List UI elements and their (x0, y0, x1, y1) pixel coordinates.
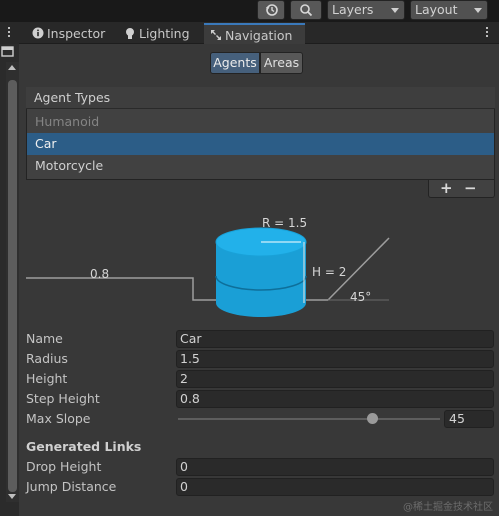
step-height-diagram-label: 0.8 (90, 267, 109, 281)
drop-height-field[interactable]: 0 (176, 458, 494, 476)
info-icon (32, 27, 44, 39)
slope-label: 45° (350, 290, 371, 304)
scroll-down-arrow-icon[interactable] (8, 494, 16, 499)
list-add-remove-bar: + − (428, 179, 495, 198)
history-button[interactable] (257, 0, 285, 20)
layout-dropdown[interactable]: Layout (410, 0, 488, 20)
gutter-menu-icon[interactable] (8, 27, 11, 39)
max-slope-slider[interactable] (178, 418, 440, 420)
list-item-motorcycle[interactable]: Motorcycle (27, 155, 494, 177)
generated-links-title: Generated Links (26, 439, 142, 454)
radius-label: Radius (26, 351, 68, 366)
watermark: @稀土掘金技术社区 (403, 502, 493, 513)
tab-bar-left-gutter (0, 22, 19, 44)
jump-distance-field[interactable]: 0 (176, 478, 494, 496)
name-label: Name (26, 331, 63, 346)
areas-tab-button[interactable]: Areas (260, 52, 303, 74)
name-field[interactable]: Car (176, 330, 494, 348)
tab-navigation-label: Navigation (225, 28, 293, 43)
agent-diagram: R = 1.5 H = 2 0.8 45° (26, 216, 390, 317)
lightbulb-icon (126, 28, 134, 39)
layers-dropdown[interactable]: Layers (327, 0, 405, 20)
agents-tab-button[interactable]: Agents (210, 52, 260, 74)
tab-inspector-label: Inspector (47, 26, 106, 41)
height-label: Height (26, 371, 68, 386)
drop-height-label: Drop Height (26, 459, 102, 474)
max-slope-field[interactable]: 45 (444, 410, 494, 428)
remove-agent-button[interactable]: − (464, 179, 477, 197)
tab-lighting[interactable]: Lighting (118, 23, 204, 44)
max-slope-slider-thumb[interactable] (366, 413, 378, 424)
navigation-icon (211, 30, 221, 40)
height-label: H = 2 (312, 265, 346, 279)
radius-label: R = 1.5 (262, 216, 307, 230)
tab-lighting-label: Lighting (139, 26, 190, 41)
panel-menu-icon[interactable] (486, 27, 489, 39)
scroll-up-arrow-icon[interactable] (8, 65, 16, 70)
step-height-label: Step Height (26, 391, 100, 406)
list-item-humanoid[interactable]: Humanoid (27, 111, 494, 133)
agent-types-header: Agent Types (26, 87, 495, 109)
window-icon[interactable] (1, 45, 15, 59)
chevron-down-icon (391, 8, 399, 13)
add-agent-button[interactable]: + (440, 179, 453, 197)
radius-field[interactable]: 1.5 (176, 350, 494, 368)
max-slope-label: Max Slope (26, 411, 91, 426)
agent-types-title: Agent Types (34, 90, 111, 105)
step-height-field[interactable]: 0.8 (176, 390, 494, 408)
list-item-car[interactable]: Car (27, 133, 494, 155)
search-icon (300, 4, 313, 17)
layers-dropdown-label: Layers (332, 2, 374, 17)
tab-inspector[interactable]: Inspector (26, 23, 118, 44)
layout-dropdown-label: Layout (415, 2, 458, 17)
search-button[interactable] (290, 0, 322, 20)
height-field[interactable]: 2 (176, 370, 494, 388)
jump-distance-label: Jump Distance (26, 479, 117, 494)
chevron-down-icon (474, 8, 482, 13)
history-icon (266, 4, 278, 16)
tab-navigation[interactable]: Navigation (204, 23, 305, 44)
